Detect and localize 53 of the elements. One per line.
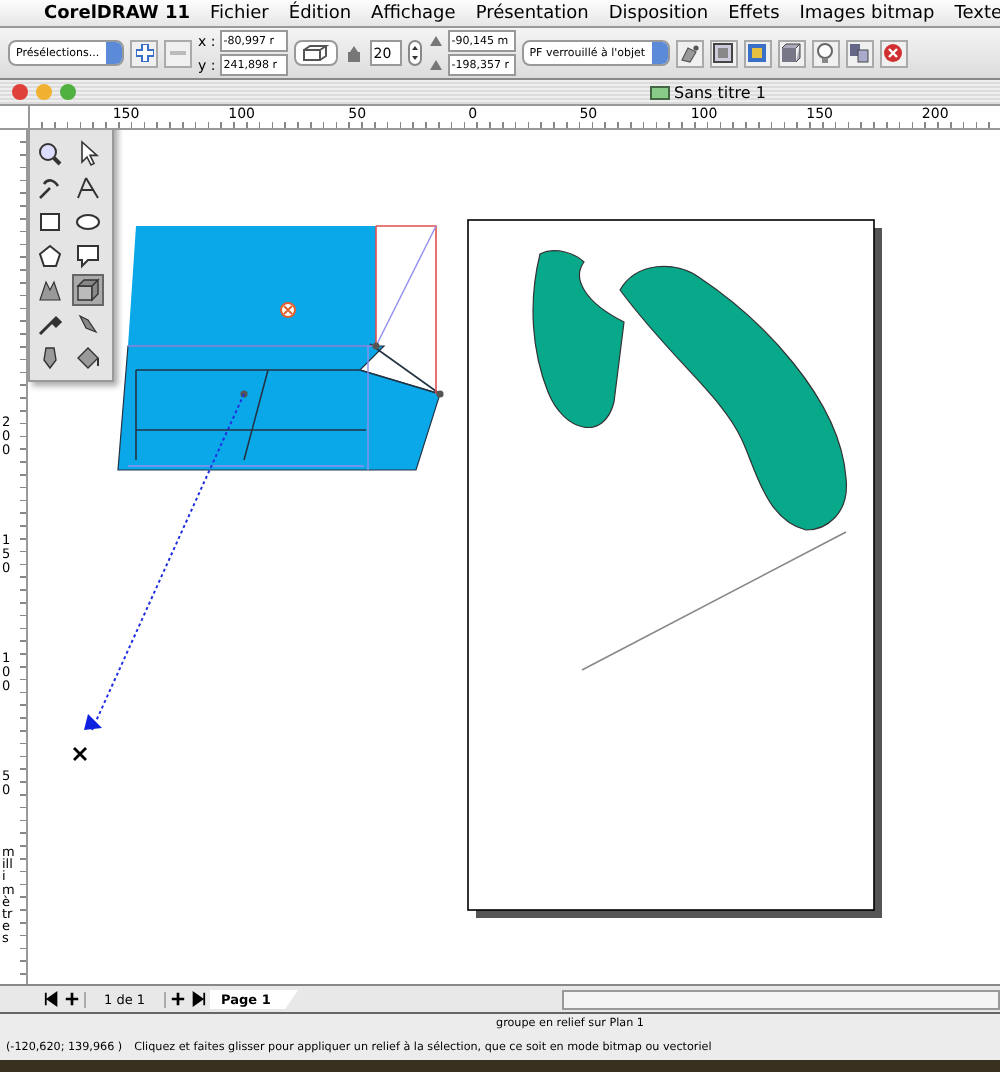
color-button[interactable] <box>743 39 772 67</box>
rectangle-tool-icon <box>36 208 64 236</box>
first-page-icon <box>44 990 60 1008</box>
spin-arrows-icon[interactable] <box>407 40 422 66</box>
shape-tool-button[interactable] <box>72 172 104 204</box>
extrude-tool-icon <box>74 276 102 304</box>
lightbulb-button[interactable] <box>811 39 840 67</box>
extrusion-type-dropdown[interactable] <box>293 40 338 66</box>
ellipse-tool-icon <box>74 208 102 236</box>
polygon-tool-button[interactable] <box>34 240 66 272</box>
menu-item[interactable]: Édition <box>288 3 352 23</box>
shape-tool-icon <box>74 174 102 202</box>
polygon-tool-icon <box>36 242 64 270</box>
zoom-tool-icon <box>36 140 64 168</box>
add-preset-button[interactable] <box>130 39 158 67</box>
first-page-button[interactable] <box>44 990 60 1008</box>
menu-item[interactable]: Effets <box>728 3 780 23</box>
close-button[interactable] <box>12 84 28 100</box>
light-cube-button[interactable] <box>777 39 806 67</box>
color-icon <box>746 42 769 64</box>
menu-item[interactable]: Fichier <box>209 3 269 23</box>
add-page-icon <box>169 990 186 1008</box>
light-cube-icon <box>780 42 803 64</box>
add-page-button[interactable] <box>169 990 186 1008</box>
rotate-button[interactable] <box>675 39 704 67</box>
add-page-button[interactable] <box>64 990 80 1008</box>
blend-tool-icon <box>36 276 64 304</box>
menu-item[interactable]: Présentation <box>475 3 589 23</box>
menu-item[interactable]: Images bitmap <box>799 3 935 23</box>
horizontal-scrollbar[interactable] <box>562 989 1000 1009</box>
last-page-icon <box>189 990 206 1008</box>
callout-tool-icon <box>74 242 102 270</box>
window-title: Sans titre 1 <box>674 83 766 101</box>
menu-item[interactable]: Disposition <box>608 3 709 23</box>
zoom-tool-button[interactable] <box>34 138 66 170</box>
extrusion-shape-icon <box>301 44 330 62</box>
copy-properties-icon <box>848 42 871 64</box>
clear-button[interactable] <box>879 39 908 67</box>
bevel-icon <box>712 42 735 64</box>
bevel-button[interactable] <box>709 39 738 67</box>
copy-properties-button[interactable] <box>845 39 874 67</box>
plus-icon <box>135 44 153 62</box>
callout-tool-button[interactable] <box>72 240 104 272</box>
app-menu[interactable]: CorelDRAW 11 <box>44 3 190 23</box>
clear-icon <box>882 42 905 64</box>
extrude-tool-button[interactable] <box>72 274 104 306</box>
add-page-icon <box>64 990 80 1008</box>
minus-icon <box>170 50 186 56</box>
lightbulb-icon <box>814 42 837 64</box>
vanishing-point-marker-icon <box>72 746 88 762</box>
last-page-button[interactable] <box>189 990 206 1008</box>
document-icon <box>650 85 670 99</box>
menu-item[interactable]: Affichage <box>371 3 456 23</box>
